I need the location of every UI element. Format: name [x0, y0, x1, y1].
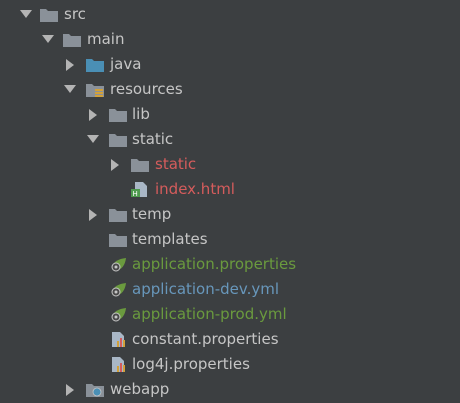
tree-node-label: application-dev.yml [132, 280, 280, 298]
chevron-right-icon[interactable] [111, 159, 119, 171]
svg-text:H: H [133, 190, 138, 197]
html-file-icon: H [131, 182, 147, 197]
tree-node-label: temp [132, 205, 172, 223]
tree-node-label: src [64, 5, 86, 23]
chevron-down-icon[interactable] [20, 10, 32, 18]
project-tree: src main java resources lib static stati… [0, 0, 460, 403]
tree-node-label: log4j.properties [132, 355, 250, 373]
web-folder-icon [86, 384, 104, 397]
properties-file-icon [112, 357, 125, 372]
chevron-right-icon[interactable] [89, 209, 97, 221]
chevron-right-icon[interactable] [66, 59, 74, 71]
chevron-down-icon[interactable] [87, 135, 99, 143]
tree-node-label: resources [110, 80, 183, 98]
folder-icon [109, 109, 127, 122]
chevron-right-icon[interactable] [66, 384, 74, 396]
tree-node-label: lib [132, 105, 150, 123]
tree-node-label: templates [132, 230, 208, 248]
tree-node-label: webapp [110, 380, 170, 398]
folder-icon [109, 134, 127, 147]
spring-config-icon [111, 283, 126, 297]
spring-config-icon [111, 258, 126, 272]
chevron-down-icon[interactable] [64, 85, 76, 93]
source-folder-icon [86, 59, 104, 72]
tree-node-label: application-prod.yml [132, 305, 287, 323]
tree-node-label: application.properties [132, 255, 297, 273]
tree-node-label: main [87, 30, 125, 48]
spring-config-icon [111, 308, 126, 322]
tree-node-label: static [132, 130, 174, 148]
tree-node-label: constant.properties [132, 330, 279, 348]
chevron-down-icon[interactable] [42, 35, 54, 43]
tree-node-label: java [110, 55, 142, 73]
folder-icon [40, 9, 58, 22]
resources-folder-icon [86, 84, 104, 97]
folder-icon [109, 209, 127, 222]
folder-icon [63, 34, 81, 47]
folder-icon [109, 234, 127, 247]
tree-node-label: static [155, 155, 197, 173]
properties-file-icon [112, 332, 125, 347]
chevron-right-icon[interactable] [89, 109, 97, 121]
folder-icon [131, 159, 149, 172]
tree-node-label: index.html [155, 180, 235, 198]
